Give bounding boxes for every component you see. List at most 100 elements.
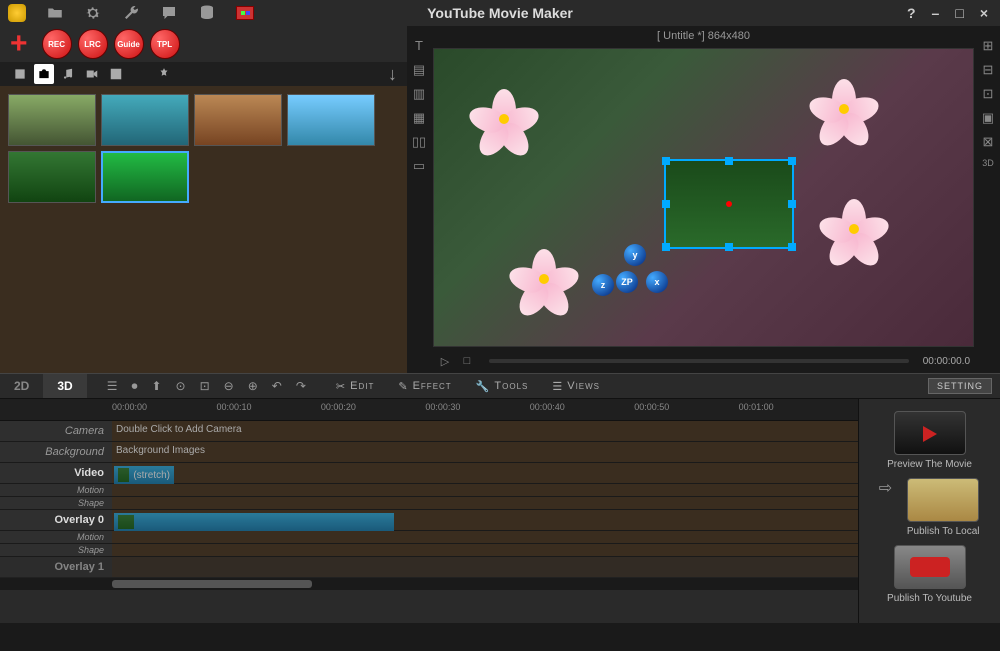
puzzle-tab[interactable] xyxy=(154,64,174,84)
3d-icon[interactable]: 3D xyxy=(980,158,996,174)
minimize-button[interactable]: – xyxy=(928,5,944,21)
axis-zp-badge[interactable]: ZP xyxy=(616,271,638,293)
guide-button[interactable]: Guide xyxy=(114,29,144,59)
image-tab[interactable] xyxy=(106,64,126,84)
rows-icon[interactable]: ▭ xyxy=(411,158,427,174)
columns-icon[interactable]: ▯▯ xyxy=(411,134,427,150)
axis-x-badge[interactable]: x xyxy=(646,271,668,293)
titlebar-menu-icons xyxy=(8,4,254,22)
video-clip[interactable]: (stretch) xyxy=(114,466,174,484)
help-button[interactable]: ? xyxy=(903,5,920,21)
track-background[interactable]: Background Background Images xyxy=(0,442,858,463)
thumb-6[interactable] xyxy=(101,151,189,203)
grid4-icon[interactable]: ▣ xyxy=(980,110,996,126)
track-overlay0-shape[interactable]: Shape xyxy=(0,544,858,557)
play-button[interactable]: ▷ xyxy=(437,353,453,369)
play-tl-icon[interactable]: ⊙ xyxy=(176,379,186,394)
track-overlay1[interactable]: Overlay 1 xyxy=(0,557,858,578)
grid1-icon[interactable]: ⊞ xyxy=(980,38,996,54)
timeline: 00:00:00 00:00:10 00:00:20 00:00:30 00:0… xyxy=(0,399,858,623)
color-box-icon[interactable] xyxy=(236,6,254,20)
timeline-scrollbar[interactable] xyxy=(0,578,858,590)
window-controls: ? – □ × xyxy=(903,5,992,21)
publish-local-button[interactable]: Publish To Local xyxy=(898,478,988,537)
thumb-3[interactable] xyxy=(194,94,282,146)
app-title: YouTube Movie Maker xyxy=(427,5,573,21)
media-thumbnails xyxy=(0,86,407,373)
redo-icon[interactable]: ↷ xyxy=(296,379,306,394)
menu-icon[interactable]: ☰ xyxy=(107,379,118,394)
track-video-shape[interactable]: Shape xyxy=(0,497,858,510)
preview-tools-right: ⊞ ⊟ ⊡ ▣ ⊠ 3D xyxy=(976,26,1000,373)
track-video-motion[interactable]: Motion xyxy=(0,484,858,497)
menu-views[interactable]: ☰Views xyxy=(552,380,600,393)
tab-3d[interactable]: 3D xyxy=(43,374,86,398)
up-icon[interactable]: ⬆ xyxy=(151,379,161,394)
close-button[interactable]: × xyxy=(976,5,992,21)
track-overlay0-motion[interactable]: Motion xyxy=(0,531,858,544)
preview-movie-button[interactable]: Preview The Movie xyxy=(885,411,975,470)
track-overlay0[interactable]: Overlay 0 xyxy=(0,510,858,531)
thumb-5[interactable] xyxy=(8,151,96,203)
timeline-toolbar: 2D 3D ☰ ⏺ ⬆ ⊙ ⊡ ⊖ ⊕ ↶ ↷ ✂Edit ✎Effect 🔧T… xyxy=(0,373,1000,399)
tab-2d[interactable]: 2D xyxy=(0,374,43,398)
progress-bar[interactable] xyxy=(489,359,909,363)
camera-icon[interactable]: ⏺ xyxy=(131,379,137,394)
align-right-icon[interactable]: ▦ xyxy=(411,110,427,126)
film-tab[interactable] xyxy=(10,64,30,84)
text-tool-icon[interactable]: T xyxy=(411,38,427,54)
axis-y-badge[interactable]: y xyxy=(624,244,646,266)
menu-edit[interactable]: ✂Edit xyxy=(336,380,374,393)
timeline-ruler[interactable]: 00:00:00 00:00:10 00:00:20 00:00:30 00:0… xyxy=(0,399,858,421)
tpl-button[interactable]: TPL xyxy=(150,29,180,59)
menu-tools[interactable]: 🔧Tools xyxy=(476,380,529,393)
overlay-clip[interactable] xyxy=(114,513,394,531)
ruler-tick: 00:00:40 xyxy=(530,402,565,412)
action-toolbar: + REC LRC Guide TPL xyxy=(0,26,407,62)
grid2-icon[interactable]: ⊟ xyxy=(980,62,996,78)
grid3-icon[interactable]: ⊡ xyxy=(980,86,996,102)
camera-tab[interactable] xyxy=(34,64,54,84)
ruler-tick: 00:01:00 xyxy=(739,402,774,412)
gear-icon[interactable] xyxy=(84,4,102,22)
wrench-icon[interactable] xyxy=(122,4,140,22)
thumb-4[interactable] xyxy=(287,94,375,146)
export-arrow-icon: ⇨ xyxy=(879,478,892,498)
logo-icon xyxy=(8,4,26,22)
add-button[interactable]: + xyxy=(10,27,28,61)
align-center-icon[interactable]: ▥ xyxy=(411,86,427,102)
preview-controls: ▷ □ 00:00:00.0 xyxy=(431,349,976,373)
ruler-tick: 00:00:20 xyxy=(321,402,356,412)
thumb-1[interactable] xyxy=(8,94,96,146)
overlay-selection[interactable] xyxy=(664,159,794,249)
titlebar: YouTube Movie Maker ? – □ × xyxy=(0,0,1000,26)
axis-z-badge[interactable]: z xyxy=(592,274,614,296)
thumb-2[interactable] xyxy=(101,94,189,146)
stop-button[interactable]: □ xyxy=(459,353,475,369)
track-camera[interactable]: Camera Double Click to Add Camera xyxy=(0,421,858,442)
grid5-icon[interactable]: ⊠ xyxy=(980,134,996,150)
stop-tl-icon[interactable]: ⊡ xyxy=(200,379,210,394)
video-tab[interactable] xyxy=(82,64,102,84)
zoom-in-icon[interactable]: ⊕ xyxy=(248,379,258,394)
publish-youtube-button[interactable]: Publish To Youtube xyxy=(885,545,975,604)
music-tab[interactable] xyxy=(58,64,78,84)
menu-effect[interactable]: ✎Effect xyxy=(398,380,451,393)
track-video[interactable]: Video (stretch) xyxy=(0,463,858,484)
ruler-tick: 00:00:00 xyxy=(112,402,147,412)
maximize-button[interactable]: □ xyxy=(951,5,967,21)
download-icon[interactable]: ↓ xyxy=(388,64,397,85)
chat-icon[interactable] xyxy=(160,4,178,22)
folder-icon[interactable] xyxy=(46,4,64,22)
preview-canvas[interactable]: y z ZP x xyxy=(433,48,974,347)
preview-tools-left: T ▤ ▥ ▦ ▯▯ ▭ xyxy=(407,26,431,373)
zoom-out-icon[interactable]: ⊖ xyxy=(224,379,234,394)
align-left-icon[interactable]: ▤ xyxy=(411,62,427,78)
ruler-tick: 00:00:50 xyxy=(634,402,669,412)
list-tab[interactable] xyxy=(130,64,150,84)
undo-icon[interactable]: ↶ xyxy=(272,379,282,394)
setting-button[interactable]: SETTING xyxy=(928,378,992,394)
rec-button[interactable]: REC xyxy=(42,29,72,59)
database-icon[interactable] xyxy=(198,4,216,22)
lrc-button[interactable]: LRC xyxy=(78,29,108,59)
